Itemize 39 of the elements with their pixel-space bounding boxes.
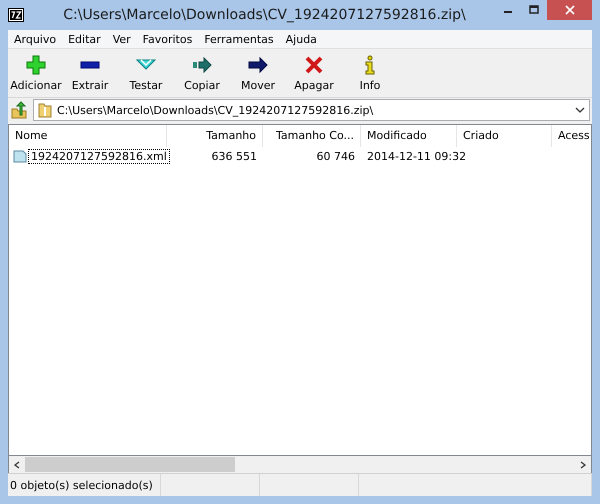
- close-button[interactable]: [547, 0, 592, 20]
- folder-up-icon[interactable]: [10, 101, 28, 119]
- menu-item[interactable]: Editar: [62, 32, 107, 46]
- plus-icon: [26, 54, 46, 74]
- arrow-icon: [192, 54, 212, 74]
- app-logo-icon: [8, 8, 24, 22]
- status-text: 0 objeto(s) selecionado(s): [10, 478, 153, 492]
- table-cell: 2014-12-11 09:32: [367, 150, 466, 162]
- table-cell: 636 551: [212, 150, 257, 162]
- toolbar-button[interactable]: Info: [342, 49, 398, 97]
- window-title: C:\Users\Marcelo\Downloads\CV_1924207127592816.zip\: [62, 7, 467, 23]
- toolbar-button[interactable]: Extrair: [62, 49, 118, 97]
- toolbar-button[interactable]: Copiar: [174, 49, 230, 97]
- scroll-thumb[interactable]: [25, 457, 235, 472]
- column-header[interactable]: Modificado: [361, 125, 457, 147]
- file-icon: [13, 149, 27, 163]
- cross-icon: [304, 54, 324, 74]
- toolbar-button[interactable]: Mover: [230, 49, 286, 97]
- table-cell: 60 746: [316, 150, 355, 162]
- menu-item[interactable]: Ajuda: [280, 32, 323, 46]
- folder-icon: [38, 102, 52, 118]
- column-header[interactable]: Acess: [552, 125, 591, 147]
- toolbar-button[interactable]: Adicionar: [10, 49, 62, 97]
- menu-item[interactable]: Ferramentas: [198, 32, 280, 46]
- menu-item[interactable]: Favoritos: [136, 32, 198, 46]
- menu-item[interactable]: Ver: [106, 32, 137, 46]
- maximize-icon: [529, 5, 539, 15]
- toolbar-button[interactable]: Testar: [118, 49, 174, 97]
- column-header[interactable]: Tamanho: [167, 125, 263, 147]
- arrow-icon: [248, 54, 268, 74]
- horizontal-scrollbar[interactable]: [8, 456, 592, 473]
- column-header[interactable]: Tamanho Co...: [263, 125, 361, 147]
- address-field[interactable]: C:\Users\Marcelo\Downloads\CV_1924207127592816.zip\: [33, 99, 590, 121]
- toolbar-button[interactable]: Apagar: [286, 49, 342, 97]
- menu-item[interactable]: Arquivo: [8, 32, 62, 46]
- column-header[interactable]: Nome: [9, 125, 167, 147]
- file-name[interactable]: 1924207127592816.xml: [28, 148, 170, 164]
- close-icon: [564, 5, 574, 15]
- column-header[interactable]: Criado: [457, 125, 552, 147]
